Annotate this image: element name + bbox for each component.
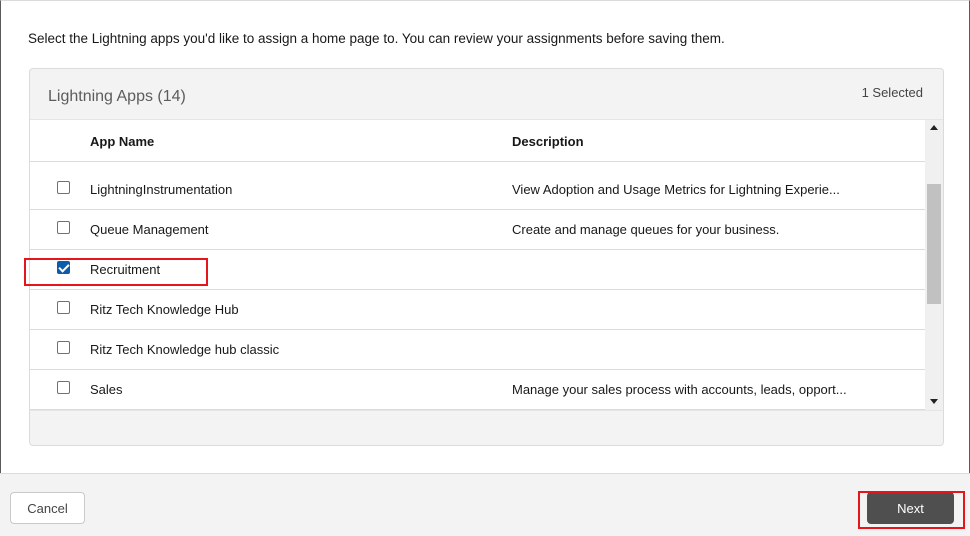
table-scrollbar[interactable] [925, 120, 943, 410]
app-description: Manage your sales process with accounts,… [512, 382, 847, 397]
annotation-box-recruitment [24, 258, 208, 286]
row-checkbox[interactable] [57, 301, 70, 314]
card-title: Lightning Apps (14) [48, 88, 186, 105]
column-header-description[interactable]: Description [512, 134, 584, 149]
scrollbar-thumb[interactable] [927, 184, 941, 304]
scroll-down-arrow-icon[interactable] [930, 399, 938, 404]
row-checkbox[interactable] [57, 221, 70, 234]
scroll-up-arrow-icon[interactable] [930, 125, 938, 130]
table-row[interactable]: Sales Manage your sales process with acc… [30, 370, 925, 410]
app-description: Create and manage queues for your busine… [512, 222, 780, 237]
modal-footer: Cancel Next [0, 473, 970, 536]
cancel-button[interactable]: Cancel [10, 492, 85, 524]
table-row[interactable]: LightningInstrumentation View Adoption a… [30, 170, 925, 210]
table-header: App Name Description [30, 120, 925, 162]
app-name: LightningInstrumentation [90, 182, 233, 197]
row-checkbox[interactable] [57, 181, 70, 194]
row-checkbox[interactable] [57, 381, 70, 394]
app-name: Ritz Tech Knowledge Hub [90, 302, 239, 317]
app-name: Sales [90, 382, 123, 397]
app-name: Queue Management [90, 222, 209, 237]
table-row[interactable]: Ritz Tech Knowledge Hub [30, 290, 925, 330]
selected-count: 1 Selected [861, 85, 923, 100]
row-checkbox[interactable] [57, 341, 70, 354]
instruction-text: Select the Lightning apps you'd like to … [28, 31, 725, 46]
app-name: Ritz Tech Knowledge hub classic [90, 342, 280, 357]
app-description: View Adoption and Usage Metrics for Ligh… [512, 182, 840, 197]
table-row[interactable]: Queue Management Create and manage queue… [30, 210, 925, 250]
table-row[interactable]: Ritz Tech Knowledge hub classic [30, 330, 925, 370]
lightning-apps-card: Lightning Apps (14) 1 Selected App Name … [29, 68, 944, 446]
column-header-app-name[interactable]: App Name [90, 134, 154, 149]
annotation-box-next [858, 491, 965, 529]
